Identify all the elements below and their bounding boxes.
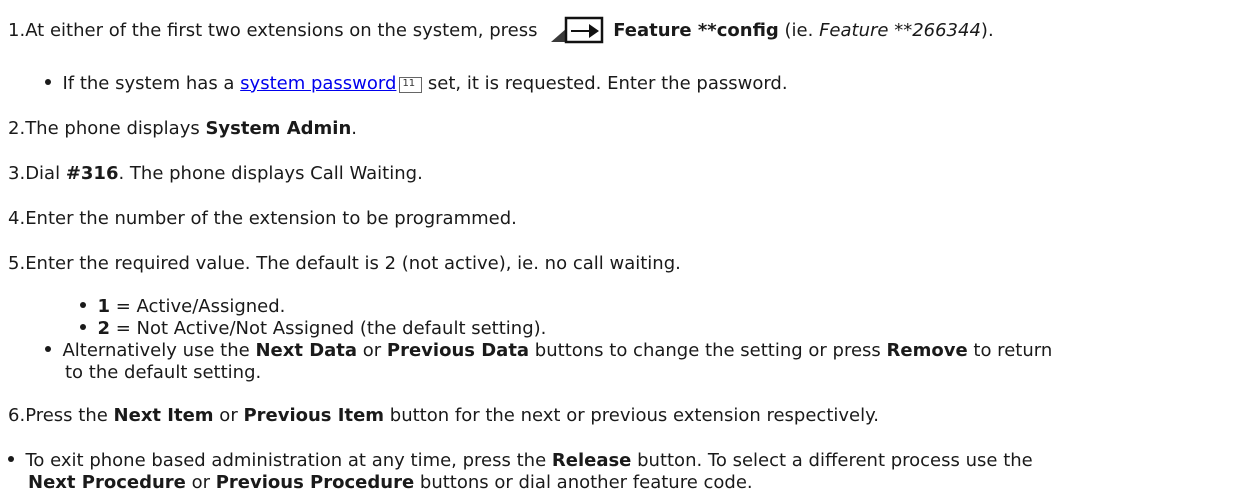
bullet-icon: [80, 302, 86, 308]
step-5: 5.Enter the required value. The default …: [8, 253, 681, 274]
step-1-subitem: If the system has a system password 11 se…: [45, 73, 788, 95]
option-not-active: 2 = Not Active/Not Assigned (the default…: [80, 318, 546, 340]
step-2: 2.The phone displays System Admin.: [8, 118, 357, 139]
bullet-icon: [8, 456, 14, 462]
exit-note: To exit phone based administration at an…: [8, 450, 1033, 472]
step-text: At either of the first two extensions on…: [25, 20, 544, 41]
step-3: 3.Dial #316. The phone displays Call Wai…: [8, 163, 423, 184]
exit-note-cont: Next Procedure or Previous Procedure but…: [28, 472, 753, 493]
step-5-alternative-cont: to the default setting.: [65, 362, 262, 383]
bullet-icon: [80, 324, 86, 330]
step-1: 1.At either of the first two extensions …: [8, 16, 994, 50]
step-5-alternative: Alternatively use the Next Data or Previ…: [45, 340, 1052, 362]
bullet-icon: [45, 79, 51, 85]
system-password-link[interactable]: system password: [240, 73, 396, 94]
feature-button-icon: [549, 16, 605, 50]
step-number: 1.: [8, 20, 26, 41]
page-reference-icon[interactable]: 11: [399, 77, 423, 93]
dial-code: #316: [65, 163, 119, 184]
feature-example-code: Feature **266344: [819, 20, 981, 41]
step-4: 4.Enter the number of the extension to b…: [8, 208, 517, 229]
option-active: 1 = Active/Assigned.: [80, 296, 285, 318]
step-6: 6.Press the Next Item or Previous Item b…: [8, 405, 879, 426]
bullet-icon: [45, 346, 51, 352]
system-admin-text: System Admin: [205, 118, 352, 139]
feature-config-code: Feature **config: [613, 20, 779, 41]
